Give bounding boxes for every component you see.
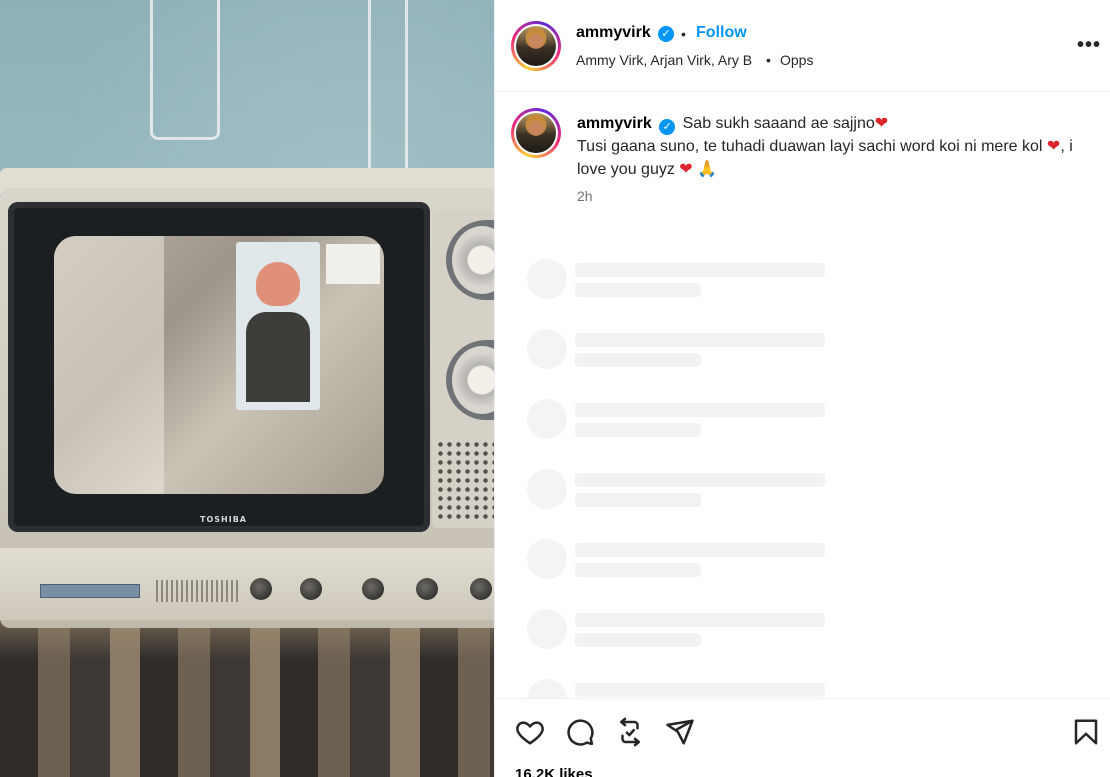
tv-brand-label: TOSHIBA (200, 515, 247, 524)
tv-knob (470, 578, 492, 600)
likes-count[interactable]: 16.2K likes (515, 766, 593, 777)
send-icon[interactable] (665, 717, 695, 747)
bookmark-icon[interactable] (1071, 717, 1101, 747)
pray-emoji-icon: 🙏 (697, 161, 718, 178)
comment-skeleton (527, 259, 847, 303)
tv-model-plate (40, 584, 140, 598)
post-detail-panel: ammyvirk ✓ • Follow Ammy Virk, Arjan Vir… (494, 0, 1110, 777)
comment-icon[interactable] (565, 717, 595, 747)
comment-skeleton (527, 609, 847, 653)
heart-emoji-icon: ❤ (679, 161, 693, 178)
separator-dot: • (766, 52, 771, 68)
audio-link[interactable]: Opps (780, 52, 813, 68)
post-media-image[interactable]: TOSHIBA (0, 0, 494, 777)
avatar-image (516, 113, 556, 153)
header-username[interactable]: ammyvirk (576, 24, 651, 42)
tv-cable (150, 0, 220, 140)
avatar[interactable] (511, 21, 561, 71)
post-caption: ammyvirk ✓ Sab sukh saaand ae sajjno❤ Tu… (577, 112, 1077, 181)
heart-emoji-icon: ❤ (1046, 138, 1061, 155)
screen-figure (54, 236, 164, 494)
tv-knob (416, 578, 438, 600)
tv-cable (368, 0, 408, 190)
tv-knob (362, 578, 384, 600)
tv-speaker-grille (436, 440, 494, 520)
heart-emoji-icon: ❤ (874, 115, 889, 132)
tv-vents (156, 580, 240, 602)
caption-username[interactable]: ammyvirk (577, 115, 652, 132)
screen-sign (326, 244, 380, 284)
heart-icon[interactable] (515, 717, 545, 747)
more-options-icon[interactable]: ••• (1077, 34, 1101, 57)
poster-face (256, 262, 300, 306)
tv-screen (54, 236, 384, 494)
comment-skeleton (527, 329, 847, 373)
avatar-image (516, 26, 556, 66)
separator-dot: • (681, 26, 686, 42)
table-surface (0, 620, 494, 777)
comment-skeleton (527, 469, 847, 513)
follow-button[interactable]: Follow (696, 24, 747, 42)
post-header: ammyvirk ✓ • Follow Ammy Virk, Arjan Vir… (495, 0, 1110, 92)
repost-icon[interactable] (615, 717, 645, 747)
caption-avatar[interactable] (511, 108, 561, 158)
tv-knob (300, 578, 322, 600)
collaborators-link[interactable]: Ammy Virk, Arjan Virk, Ary B (576, 52, 752, 68)
post-timestamp[interactable]: 2h (577, 188, 593, 204)
poster-body (246, 312, 310, 402)
comment-skeleton (527, 539, 847, 583)
caption-text-line2: Tusi gaana suno, te tuhadi duawan layi s… (577, 138, 1043, 155)
uhf-dial (446, 340, 494, 420)
comment-skeleton (527, 399, 847, 443)
caption-text-line1: Sab sukh saaand ae sajjno (682, 115, 875, 132)
verified-badge-icon: ✓ (658, 26, 674, 42)
vhf-dial (446, 220, 494, 300)
tv-knob (250, 578, 272, 600)
verified-badge-icon: ✓ (659, 119, 676, 135)
screen-poster (236, 242, 320, 410)
